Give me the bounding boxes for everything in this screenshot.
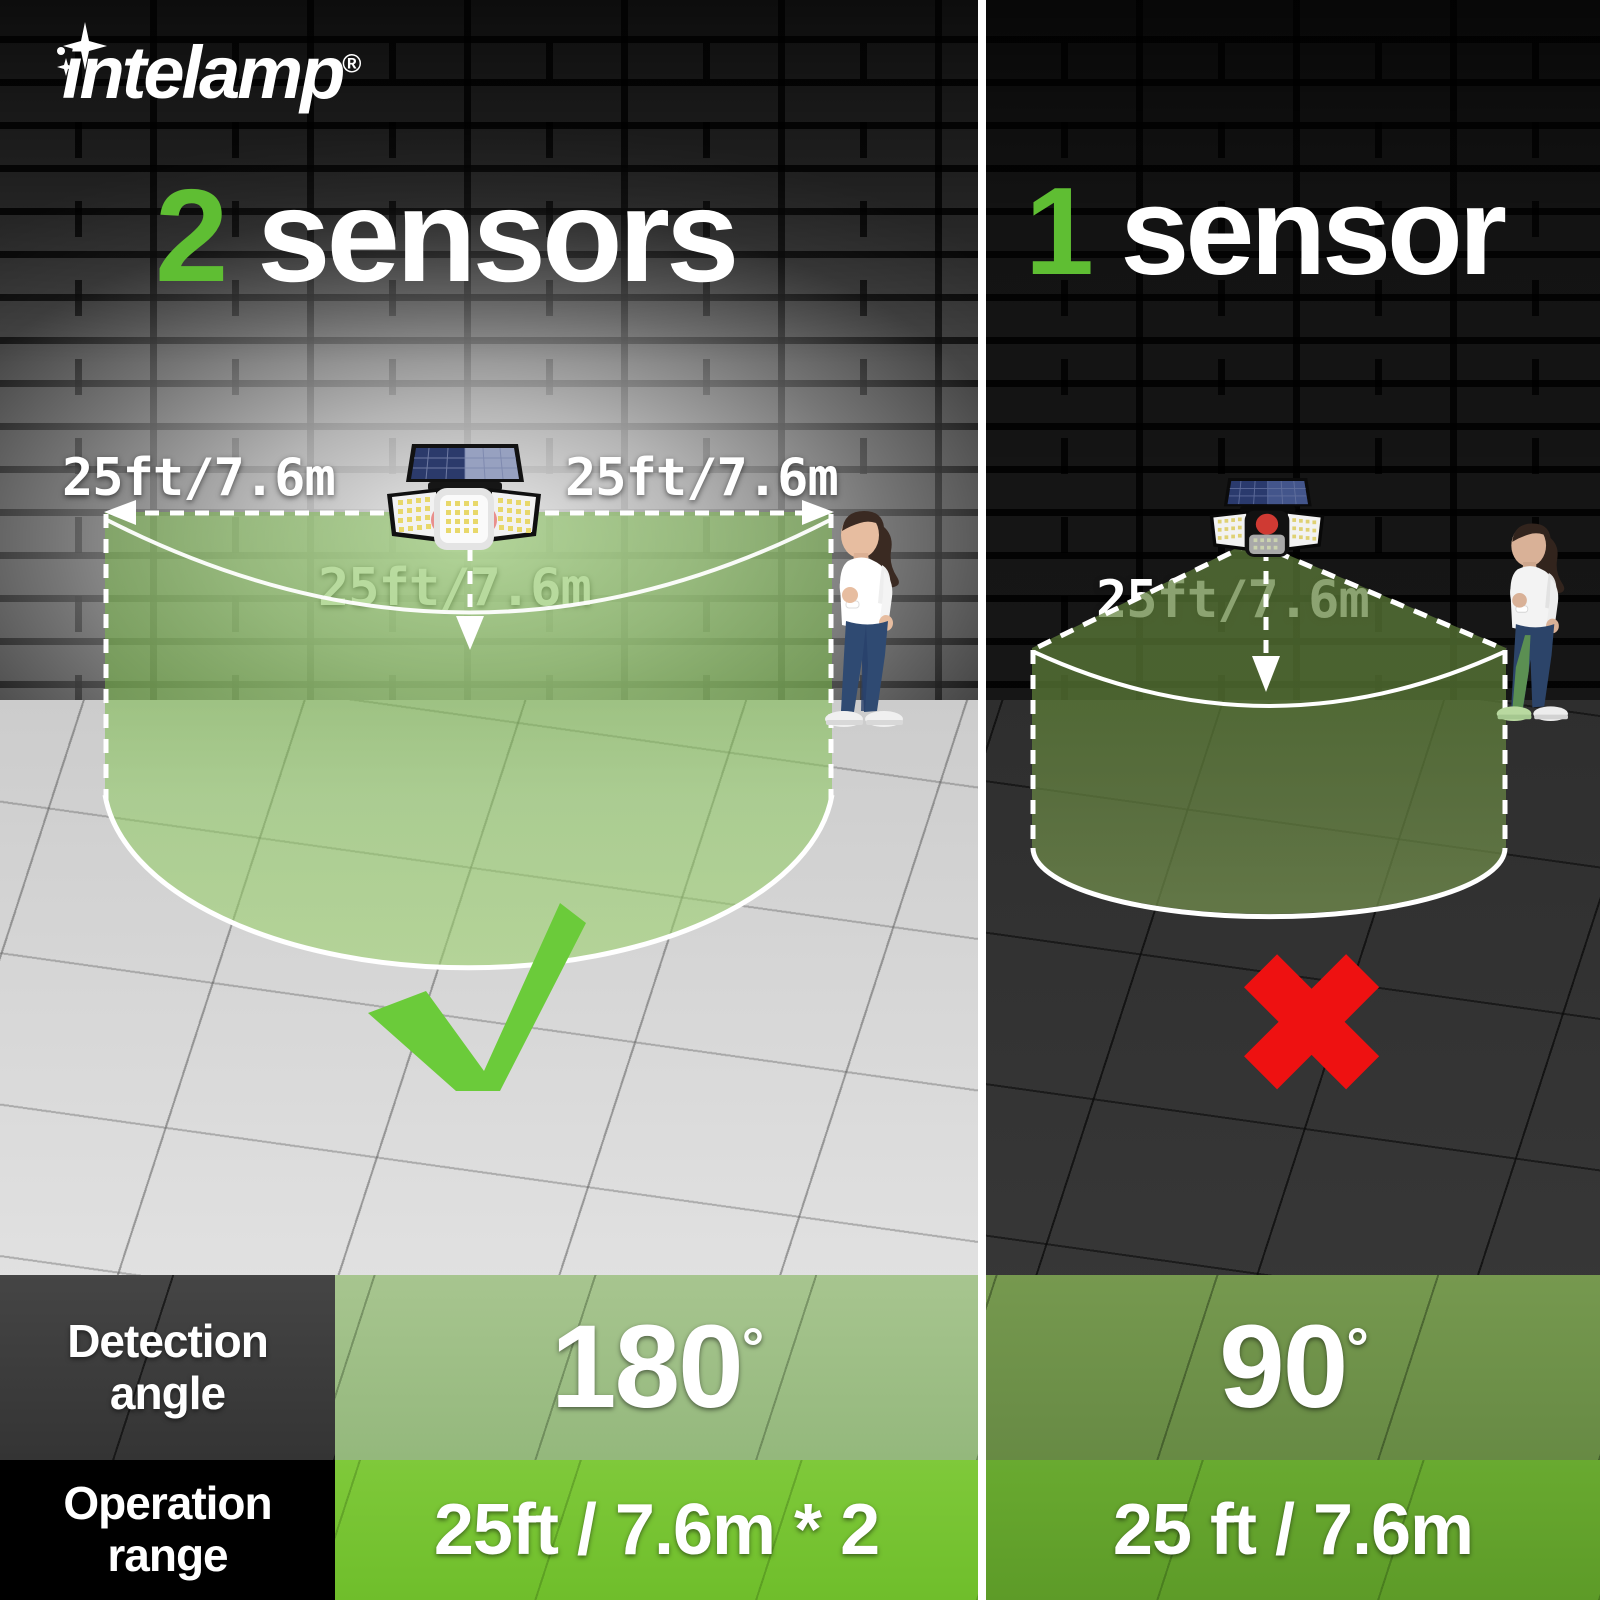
cell-left-detection-angle: 180° [335, 1275, 978, 1460]
row-label-line1: Operation [63, 1477, 272, 1530]
value-left-detection-angle: 180 [550, 1301, 744, 1434]
panel-two-sensors: 25ft/7.6m 25ft/7.6m 25ft/7.6m [0, 0, 978, 1275]
cell-right-detection-angle: 90° [986, 1275, 1600, 1460]
pir-sensor-center-icon [1255, 513, 1279, 535]
row-label-line2: angle [109, 1366, 226, 1419]
solar-lamp-3-head-icon [1209, 478, 1325, 557]
row-label-line2: range [107, 1529, 228, 1581]
row-label-line1: Detection [67, 1314, 269, 1367]
row-label-detection-angle: Detection angle [0, 1275, 335, 1460]
comparison-table: Detection angle 180° 90° Operation range… [0, 1275, 1600, 1600]
table-row-operation-range: Operation range 25ft / 7.6m * 2 25 ft / … [0, 1460, 1600, 1600]
value-right-detection-angle: 90 [1219, 1301, 1348, 1434]
solar-lamp-3-head-icon [387, 444, 541, 550]
panel-divider [978, 0, 986, 1600]
infographic-canvas: 25ft/7.6m 25ft/7.6m 25ft/7.6m [0, 0, 1600, 1600]
cell-left-operation-range: 25ft / 7.6m * 2 [335, 1460, 978, 1600]
table-row-detection-angle: Detection angle 180° 90° [0, 1275, 1600, 1460]
walking-woman-icon [1496, 523, 1568, 722]
cell-right-operation-range: 25 ft / 7.6m [986, 1460, 1600, 1600]
value-left-operation-range: 25ft / 7.6m * 2 [433, 1489, 880, 1570]
walking-woman-icon [825, 511, 903, 727]
degree-symbol: ° [741, 1316, 764, 1380]
degree-symbol: ° [1346, 1316, 1368, 1380]
cross-icon: ✖ [1232, 920, 1392, 1132]
row-label-operation-range: Operation range [0, 1460, 335, 1600]
check-icon [368, 903, 586, 1091]
value-right-operation-range: 25 ft / 7.6m [1112, 1489, 1474, 1570]
